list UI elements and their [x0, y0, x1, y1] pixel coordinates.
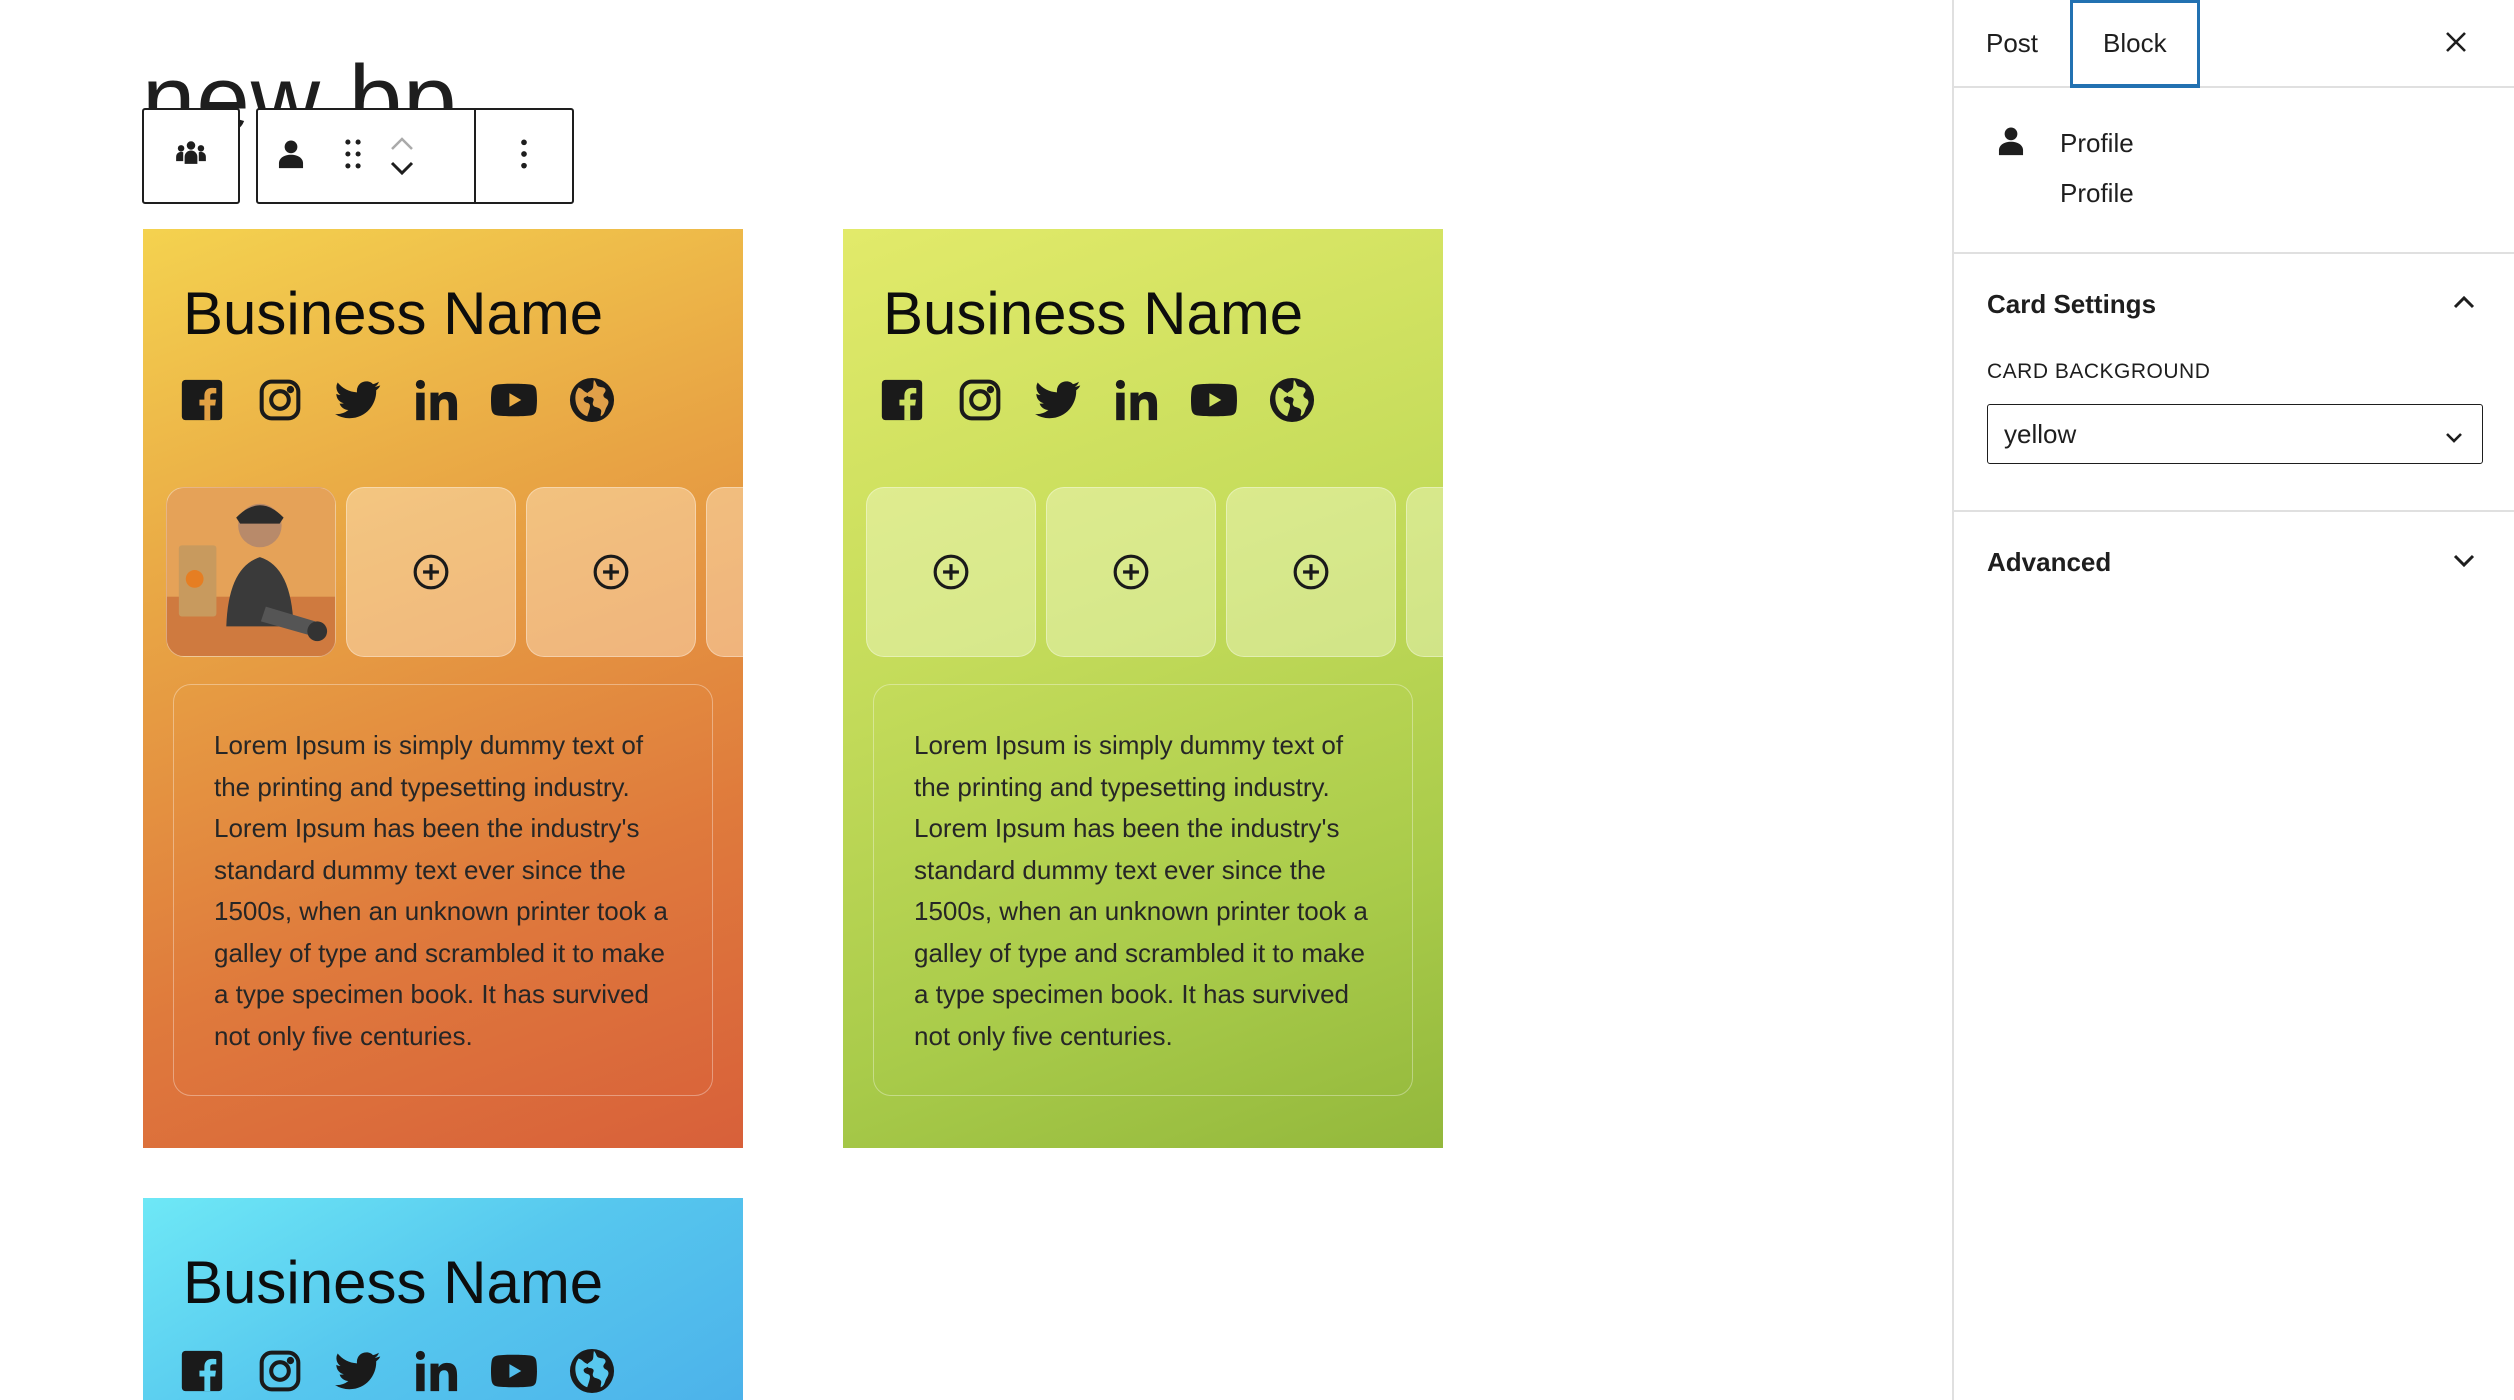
youtube-icon[interactable] [491, 1348, 537, 1394]
youtube-icon[interactable] [491, 377, 537, 423]
tab-post[interactable]: Post [1954, 0, 2070, 86]
tab-block[interactable]: Block [2070, 0, 2200, 88]
block-type-button[interactable] [258, 110, 324, 202]
chevron-up-icon [2452, 294, 2476, 315]
block-card: Profile Profile [1954, 88, 2514, 254]
instagram-icon[interactable] [957, 377, 1003, 423]
youtube-icon[interactable] [1191, 377, 1237, 423]
business-name[interactable]: Business Name [183, 1248, 603, 1317]
person-icon [274, 137, 308, 176]
editor-canvas: new bp Business Name Lorem Ipsum is simp… [0, 0, 1952, 1400]
block-options-button[interactable] [474, 108, 574, 204]
card-background-select[interactable]: yellow [1987, 404, 2483, 464]
facebook-icon[interactable] [879, 377, 925, 423]
globe-icon[interactable] [569, 1348, 615, 1394]
add-image-button[interactable] [346, 487, 516, 657]
twitter-icon[interactable] [335, 1348, 381, 1394]
chevron-down-icon [2452, 552, 2476, 573]
description-text[interactable]: Lorem Ipsum is simply dummy text of the … [914, 725, 1372, 1057]
instagram-icon[interactable] [257, 1348, 303, 1394]
drag-handle-icon [341, 137, 365, 176]
add-image-button[interactable] [866, 487, 1036, 657]
facebook-icon[interactable] [179, 377, 225, 423]
add-image-button[interactable] [1046, 487, 1216, 657]
description-box[interactable]: Lorem Ipsum is simply dummy text of the … [873, 684, 1413, 1096]
advanced-toggle[interactable]: Advanced [1954, 512, 2514, 612]
twitter-icon[interactable] [1035, 377, 1081, 423]
move-down-button[interactable] [389, 160, 415, 176]
profile-card-blue[interactable]: Business Name [143, 1198, 743, 1400]
image-gallery [866, 487, 1443, 657]
card-settings-toggle[interactable]: Card Settings [1954, 254, 2514, 354]
sidebar-tabs: Post Block [1954, 0, 2514, 88]
add-image-button[interactable] [706, 487, 743, 657]
business-name[interactable]: Business Name [183, 279, 603, 348]
panel-title: Advanced [1987, 546, 2112, 577]
move-up-button[interactable] [389, 136, 415, 152]
social-links [179, 377, 615, 423]
add-image-button[interactable] [1406, 487, 1443, 657]
card-background-label: CARD BACKGROUND [1987, 360, 2211, 383]
block-controls [256, 108, 476, 204]
card-settings-panel: Card Settings CARD BACKGROUND yellow [1954, 254, 2514, 512]
chevron-down-icon [2444, 419, 2464, 450]
linkedin-icon[interactable] [413, 377, 459, 423]
instagram-icon[interactable] [257, 377, 303, 423]
image-gallery [166, 487, 743, 657]
globe-icon[interactable] [1269, 377, 1315, 423]
group-people-icon [174, 137, 208, 176]
panel-title: Card Settings [1987, 288, 2157, 319]
settings-sidebar: Post Block Profile Profile Card Settings… [1952, 0, 2514, 1400]
close-icon [2445, 31, 2467, 58]
block-toolbar [142, 108, 574, 204]
person-icon [1994, 124, 2028, 163]
profile-card-yellow[interactable]: Business Name Lorem Ipsum is simply dumm… [143, 229, 743, 1148]
profile-card-green[interactable]: Business Name Lorem Ipsum is simply dumm… [843, 229, 1443, 1148]
globe-icon[interactable] [569, 377, 615, 423]
block-movers [382, 136, 422, 176]
select-value: yellow [2004, 418, 2077, 449]
block-description: Profile [2060, 178, 2134, 208]
business-name[interactable]: Business Name [883, 279, 1303, 348]
description-box[interactable]: Lorem Ipsum is simply dummy text of the … [173, 684, 713, 1096]
linkedin-icon[interactable] [1113, 377, 1159, 423]
description-text[interactable]: Lorem Ipsum is simply dummy text of the … [214, 725, 672, 1057]
social-links [179, 1348, 615, 1394]
add-image-button[interactable] [1226, 487, 1396, 657]
social-links [879, 377, 1315, 423]
facebook-icon[interactable] [179, 1348, 225, 1394]
close-sidebar-button[interactable] [2436, 24, 2476, 64]
add-image-button[interactable] [526, 487, 696, 657]
more-vertical-icon [519, 137, 529, 176]
twitter-icon[interactable] [335, 377, 381, 423]
block-title: Profile [2060, 128, 2134, 158]
linkedin-icon[interactable] [413, 1348, 459, 1394]
drag-handle-button[interactable] [324, 110, 382, 202]
gallery-image[interactable] [166, 487, 336, 657]
select-parent-button[interactable] [142, 108, 240, 204]
